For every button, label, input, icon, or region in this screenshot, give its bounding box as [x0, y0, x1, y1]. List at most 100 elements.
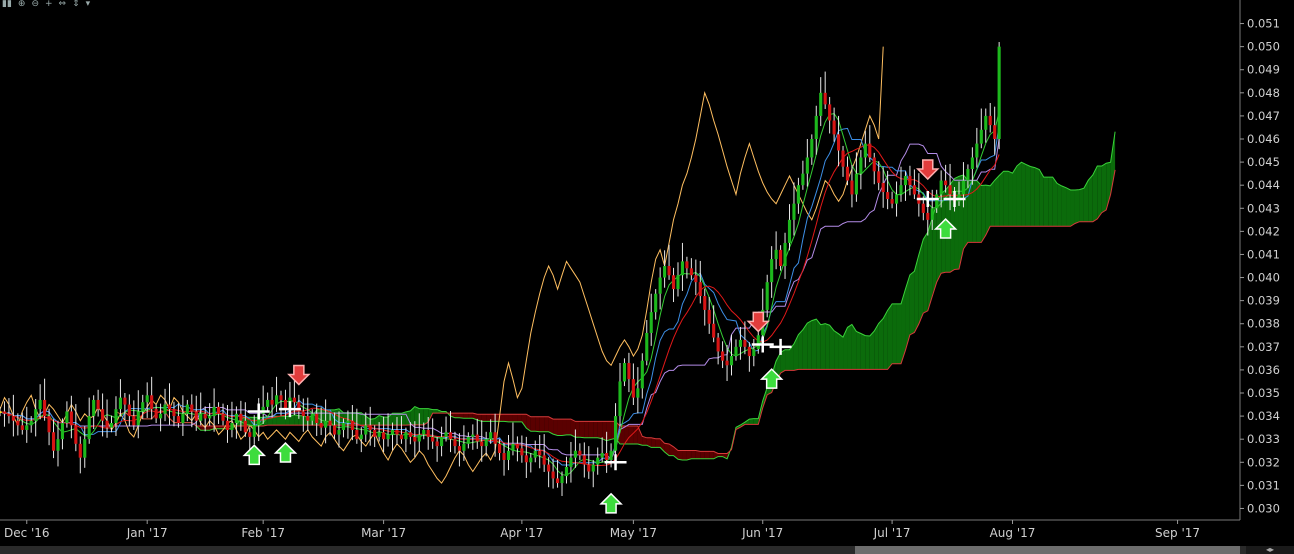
candle-body — [475, 434, 479, 442]
candle-body — [538, 450, 542, 456]
candle-body — [78, 443, 82, 458]
candle-body — [239, 413, 243, 421]
cloud-segment — [579, 421, 585, 438]
y-tick-label: 0.049 — [1247, 63, 1280, 77]
candle-body — [605, 453, 609, 460]
cloud-segment — [860, 333, 866, 370]
candle-body — [966, 169, 970, 181]
candle-body — [555, 478, 560, 484]
cloud-segment — [276, 416, 282, 426]
cloud-segment — [383, 417, 389, 426]
candle-body — [908, 175, 912, 186]
candle-body — [466, 436, 470, 444]
candle-body — [649, 312, 653, 333]
zoom-in-icon[interactable]: ⊕ — [18, 0, 26, 10]
zoom-out-icon[interactable]: ⊖ — [31, 0, 39, 10]
dropdown-icon[interactable]: ▾ — [86, 0, 91, 10]
ichimoku-chart: 0.030 0.031 0.032 0.033 0.034 0.035 0.036 0.037… — [0, 0, 1280, 540]
fit-icon[interactable]: ⇕ — [72, 0, 80, 10]
candle-body — [422, 429, 426, 435]
cloud-segment — [1048, 177, 1053, 227]
chart-panel[interactable]: ▮▮ ⊕ ⊖ + ⇔ ⇕ ▾ 0.030 0.031 0.032 0.033 0.034… — [0, 0, 1294, 554]
pan-icon[interactable]: ⇔ — [59, 0, 67, 10]
candle-body — [569, 457, 573, 467]
candle-body — [894, 194, 899, 204]
candle-body — [159, 413, 163, 419]
candle-body — [185, 404, 189, 414]
candle-body — [480, 441, 484, 447]
candle-body — [266, 399, 270, 407]
candle-body — [51, 432, 56, 451]
cloud-segment — [709, 451, 714, 459]
cloud-segment — [1043, 177, 1049, 227]
candle-body — [984, 115, 988, 130]
candle-body — [390, 429, 395, 435]
candle-body — [596, 457, 600, 465]
candle-body — [529, 457, 533, 463]
candle-body — [404, 432, 408, 440]
candle-body — [979, 129, 983, 144]
cloud-segment — [1003, 171, 1009, 227]
scroll-right-button[interactable]: ◂▸ — [1246, 546, 1294, 554]
candle-body — [533, 450, 537, 458]
candle-body — [435, 441, 439, 447]
sell-arrow-marker — [915, 159, 940, 181]
candle-body — [582, 455, 586, 465]
cloud-segment — [807, 320, 812, 370]
cloud-segment — [281, 416, 286, 426]
cloud-segment — [847, 324, 852, 370]
cloud-segment — [1074, 189, 1080, 224]
buy-arrow-marker — [273, 441, 298, 463]
candle-body — [382, 432, 386, 440]
candle-body — [734, 346, 738, 357]
cloud-segment — [1097, 166, 1102, 219]
bars-icon[interactable]: ▮▮ — [2, 0, 12, 10]
candle-body — [25, 425, 29, 430]
candle-body — [667, 266, 671, 276]
cloud-segment — [994, 175, 1000, 227]
y-tick-label: 0.038 — [1247, 317, 1280, 331]
candle-body — [279, 395, 283, 400]
y-tick-label: 0.033 — [1247, 432, 1280, 446]
cloud-segment — [923, 232, 928, 314]
candle-body — [600, 453, 604, 458]
candle-body — [292, 397, 296, 403]
candle-body — [770, 259, 774, 283]
candle-body — [56, 439, 60, 451]
candle-body — [176, 416, 180, 424]
candle-body — [837, 134, 841, 151]
candle-body — [622, 362, 627, 382]
candle-body — [578, 450, 582, 456]
candle-body — [863, 143, 867, 158]
cloud-segment — [1016, 162, 1022, 227]
candle-body — [489, 432, 493, 440]
candle-body — [506, 450, 511, 460]
candle-body — [685, 261, 689, 269]
scroll-thumb[interactable] — [855, 546, 1240, 554]
candle-body — [547, 464, 551, 472]
candle-body — [373, 429, 377, 437]
candle-body — [172, 409, 176, 417]
y-tick-label: 0.030 — [1247, 501, 1280, 515]
time-scrollbar[interactable]: ◂▸ — [0, 546, 1294, 554]
candle-body — [386, 434, 390, 440]
candle-body — [738, 339, 742, 347]
cloud-segment — [294, 414, 299, 426]
cloud-segment — [753, 418, 759, 425]
candle-body — [676, 275, 680, 290]
candle-body — [346, 420, 350, 424]
candle-body — [92, 399, 96, 417]
candle-body — [903, 175, 908, 186]
candle-body — [886, 192, 890, 200]
cloud-segment — [981, 185, 986, 243]
candle-body — [145, 395, 149, 403]
candle-body — [573, 450, 577, 458]
crosshair-icon[interactable]: + — [45, 0, 53, 10]
cloud-segment — [553, 419, 558, 436]
candle-body — [217, 406, 221, 414]
candle-body — [118, 397, 122, 410]
x-tick-label: Mar '17 — [361, 526, 406, 540]
candle-body — [899, 185, 903, 195]
candle-body — [912, 185, 916, 195]
cloud-segment — [892, 303, 897, 364]
